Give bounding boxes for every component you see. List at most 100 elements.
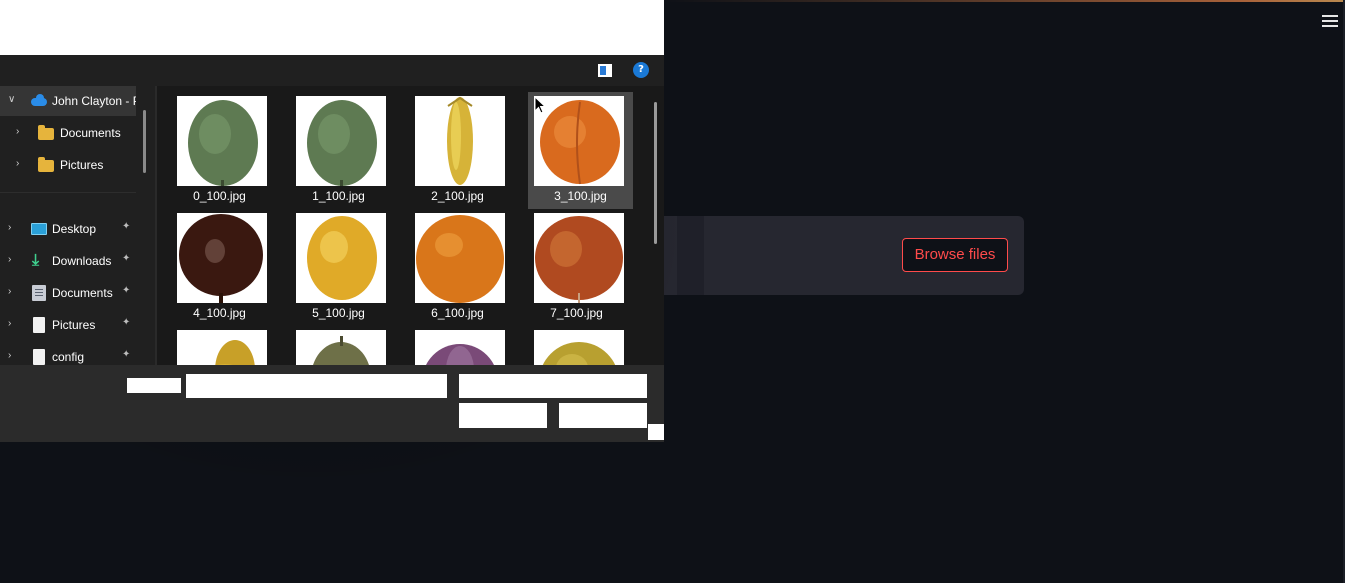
nav-item-onedrive[interactable]: ∨ John Clayton - P (0, 86, 136, 116)
file-name: 0_100.jpg (193, 189, 246, 203)
file-thumbnail (534, 213, 624, 303)
file-uploader[interactable]: Browse files (664, 216, 1024, 295)
chevron-right-icon[interactable]: › (8, 222, 18, 234)
nav-item-documents-quick[interactable]: › Documents ✦ (0, 278, 136, 308)
cancel-button[interactable] (559, 403, 647, 428)
file-name: 2_100.jpg (431, 189, 484, 203)
file-thumbnail (415, 330, 505, 365)
dialog-header-area (0, 0, 664, 55)
nav-item-label: Desktop (52, 222, 97, 236)
lemon-image (307, 216, 377, 300)
file-name: 5_100.jpg (312, 306, 365, 320)
desktop-icon (31, 223, 47, 235)
grid-scrollbar[interactable] (654, 102, 657, 244)
nav-item-downloads[interactable]: › ⤓ Downloads ✦ (0, 246, 136, 276)
file-tile[interactable] (405, 326, 510, 365)
chevron-right-icon[interactable]: › (8, 350, 18, 362)
open-button[interactable] (459, 403, 547, 428)
pear-image (215, 340, 255, 365)
file-thumbnail (296, 96, 386, 186)
pin-icon: ✦ (122, 285, 131, 296)
browse-files-button[interactable]: Browse files (902, 238, 1008, 272)
nav-divider (0, 192, 136, 193)
file-tile[interactable] (167, 326, 272, 365)
file-tile[interactable]: 7_100.jpg (524, 209, 629, 326)
nav-scrollbar[interactable] (143, 110, 146, 173)
nav-item-label: Pictures (60, 158, 104, 172)
file-name: 1_100.jpg (312, 189, 365, 203)
chevron-right-icon[interactable]: › (8, 254, 18, 266)
file-tile[interactable] (286, 326, 391, 365)
file-thumbnail (296, 213, 386, 303)
dialog-toolbar: ? (0, 55, 664, 85)
nav-item-label: John Clayton - P (52, 94, 136, 108)
nav-item-pictures[interactable]: › Pictures (0, 150, 136, 180)
nav-item-label: Documents (60, 126, 121, 140)
chevron-right-icon[interactable]: › (8, 318, 18, 330)
file-tile[interactable]: 0_100.jpg (167, 92, 272, 209)
file-tile[interactable]: 4_100.jpg (167, 209, 272, 326)
dark-plum-image (179, 214, 263, 303)
pin-icon: ✦ (122, 221, 131, 232)
app-top-decoration (664, 0, 1345, 2)
chevron-down-icon[interactable]: ∨ (8, 94, 18, 106)
corn-image (447, 96, 473, 185)
file-tile[interactable]: 2_100.jpg (405, 92, 510, 209)
file-name: 6_100.jpg (431, 306, 484, 320)
file-name: 4_100.jpg (193, 306, 246, 320)
red-onion-image (426, 344, 494, 365)
file-thumbnail (296, 330, 386, 365)
file-icon (33, 349, 45, 365)
avocado-image (307, 100, 377, 186)
dialog-footer (0, 365, 664, 442)
view-pane-icon[interactable] (598, 64, 612, 77)
file-thumbnail (177, 96, 267, 186)
file-thumbnail (534, 330, 624, 365)
filename-input[interactable] (186, 374, 447, 398)
file-thumbnail (415, 96, 505, 186)
pear-image (542, 342, 616, 365)
folder-icon (38, 157, 54, 172)
file-tile[interactable]: 6_100.jpg (405, 209, 510, 326)
onedrive-cloud-icon (30, 93, 47, 109)
apricot-image (540, 100, 620, 185)
filename-label (127, 378, 181, 393)
orange-image (416, 215, 504, 303)
file-type-select[interactable] (459, 374, 647, 398)
navigation-pane: ∨ John Clayton - P › Documents › Picture… (0, 86, 155, 365)
nav-item-label: Downloads (52, 254, 112, 268)
pin-icon: ✦ (122, 253, 131, 264)
fig-image (313, 336, 369, 365)
documents-icon (32, 285, 46, 301)
help-icon[interactable]: ? (633, 62, 649, 78)
file-thumbnail (534, 96, 624, 186)
nav-item-label: Documents (52, 286, 113, 300)
mouse-cursor-icon (534, 96, 546, 114)
nav-item-label: config (52, 350, 85, 364)
file-name: 3_100.jpg (554, 189, 607, 203)
nav-item-pictures-quick[interactable]: › Pictures ✦ (0, 310, 136, 340)
apple-image (535, 216, 623, 303)
folder-icon (38, 125, 54, 140)
chevron-right-icon[interactable]: › (16, 126, 26, 138)
file-grid: 0_100.jpg 1_100.jpg 2_100.jpg 3_100.jpg … (157, 86, 664, 365)
file-tile[interactable]: 5_100.jpg (286, 209, 391, 326)
nav-item-documents[interactable]: › Documents (0, 118, 136, 148)
pin-icon: ✦ (122, 349, 131, 360)
file-thumbnail (177, 213, 267, 303)
file-thumbnail (177, 330, 267, 365)
chevron-right-icon[interactable]: › (8, 286, 18, 298)
pin-icon: ✦ (122, 317, 131, 328)
nav-item-label: Pictures (52, 318, 96, 332)
file-tile[interactable]: 1_100.jpg (286, 92, 391, 209)
file-icon (33, 317, 45, 333)
nav-item-desktop[interactable]: › Desktop ✦ (0, 214, 136, 244)
file-thumbnail (415, 213, 505, 303)
file-open-dialog: ? ∨ John Clayton - P › Documents › Pictu… (0, 0, 664, 442)
avocado-image (188, 100, 258, 186)
resize-grip[interactable] (648, 424, 664, 440)
hamburger-icon[interactable] (1322, 15, 1338, 33)
file-tile[interactable] (524, 326, 629, 365)
chevron-right-icon[interactable]: › (16, 158, 26, 170)
file-name: 7_100.jpg (550, 306, 603, 320)
